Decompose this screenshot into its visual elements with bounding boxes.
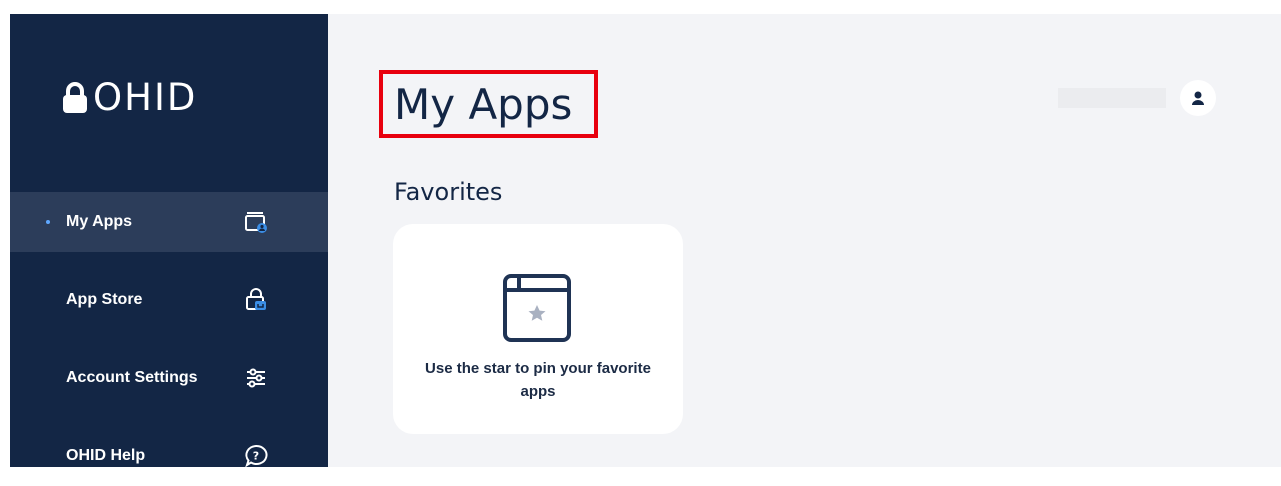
help-chat-icon: ? [245,444,268,468]
user-icon [1192,91,1204,105]
active-indicator-dot [46,220,50,224]
sidebar-item-account-settings[interactable]: Account Settings [10,348,328,408]
user-menu-button[interactable] [1180,80,1216,116]
logo-text: OHID [93,76,198,119]
sidebar-item-app-store[interactable]: App Store [10,270,328,330]
sidebar-item-my-apps[interactable]: My Apps [10,192,328,252]
main-content: My Apps Favorites Use the star to pin yo… [328,14,1281,467]
ohid-logo[interactable]: OHID [61,76,197,119]
star-window-icon [503,274,571,342]
sidebar: OHID My Apps App Store Account Settings [10,14,328,468]
sidebar-item-label: Account Settings [66,369,198,386]
sidebar-item-ohid-help[interactable]: OHID Help ? [10,426,328,486]
user-name-placeholder [1058,88,1166,108]
favorites-empty-message: Use the star to pin your favorite apps [425,360,651,400]
favorites-empty-card: Use the star to pin your favorite apps [393,224,683,434]
app-store-icon [246,288,266,310]
lock-icon [63,81,87,113]
svg-text:?: ? [253,450,259,463]
sidebar-item-label: OHID Help [66,447,146,464]
apps-icon [245,212,267,233]
page-title: My Apps [394,80,573,129]
sidebar-item-label: My Apps [66,213,133,230]
sliders-icon [247,368,265,388]
favorites-heading: Favorites [394,178,503,206]
sidebar-item-label: App Store [66,291,143,308]
